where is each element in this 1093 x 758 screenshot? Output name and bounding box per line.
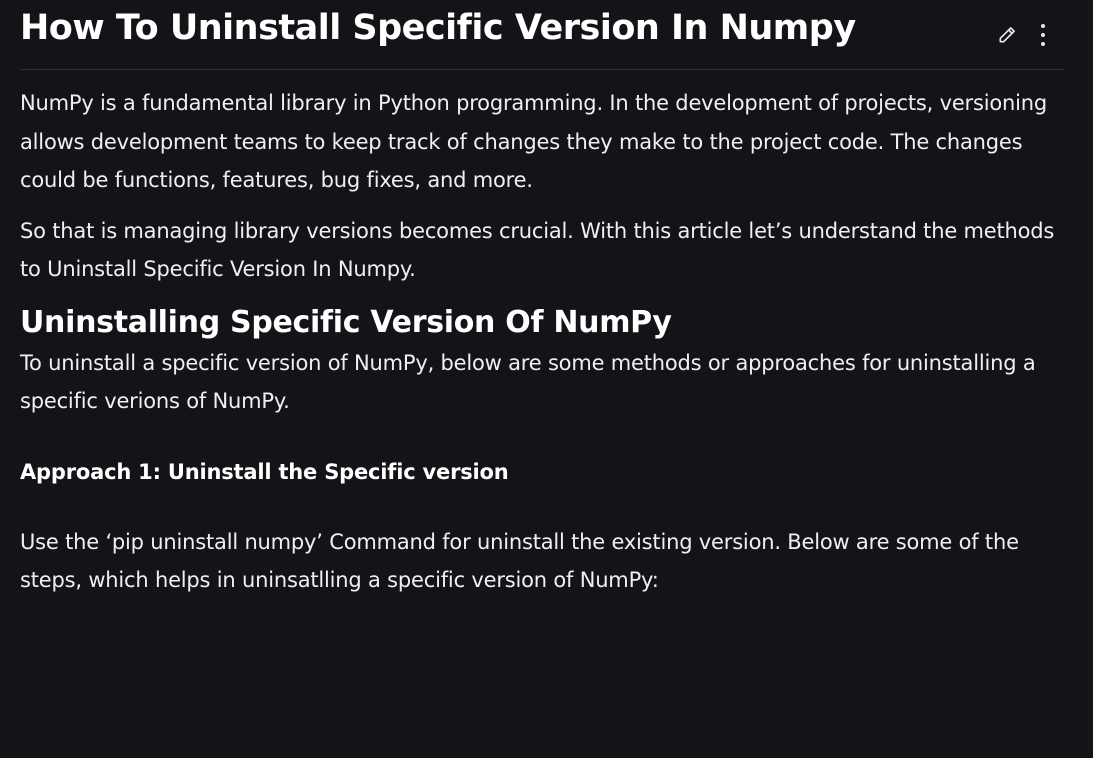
approach-paragraph: Use the ‘pip uninstall numpy’ Command fo… bbox=[20, 529, 1019, 593]
intro-paragraph-2: So that is managing library versions bec… bbox=[20, 218, 1055, 282]
header-actions bbox=[996, 22, 1054, 48]
page-title: How To Uninstall Specific Version In Num… bbox=[20, 8, 856, 48]
section-heading: Uninstalling Specific Version Of NumPy bbox=[20, 304, 672, 340]
article-header: How To Uninstall Specific Version In Num… bbox=[20, 0, 1064, 70]
edit-button[interactable] bbox=[996, 22, 1018, 48]
vertical-ellipsis-icon bbox=[1041, 24, 1045, 46]
section-paragraph: To uninstall a specific version of NumPy… bbox=[20, 350, 1036, 414]
approach-heading: Approach 1: Uninstall the Specific versi… bbox=[20, 459, 509, 484]
pencil-icon bbox=[999, 27, 1015, 43]
article-body: NumPy is a fundamental library in Python… bbox=[20, 84, 1064, 600]
more-options-button[interactable] bbox=[1032, 22, 1054, 48]
article-page: How To Uninstall Specific Version In Num… bbox=[0, 0, 1093, 758]
intro-paragraph-1: NumPy is a fundamental library in Python… bbox=[20, 91, 1047, 192]
